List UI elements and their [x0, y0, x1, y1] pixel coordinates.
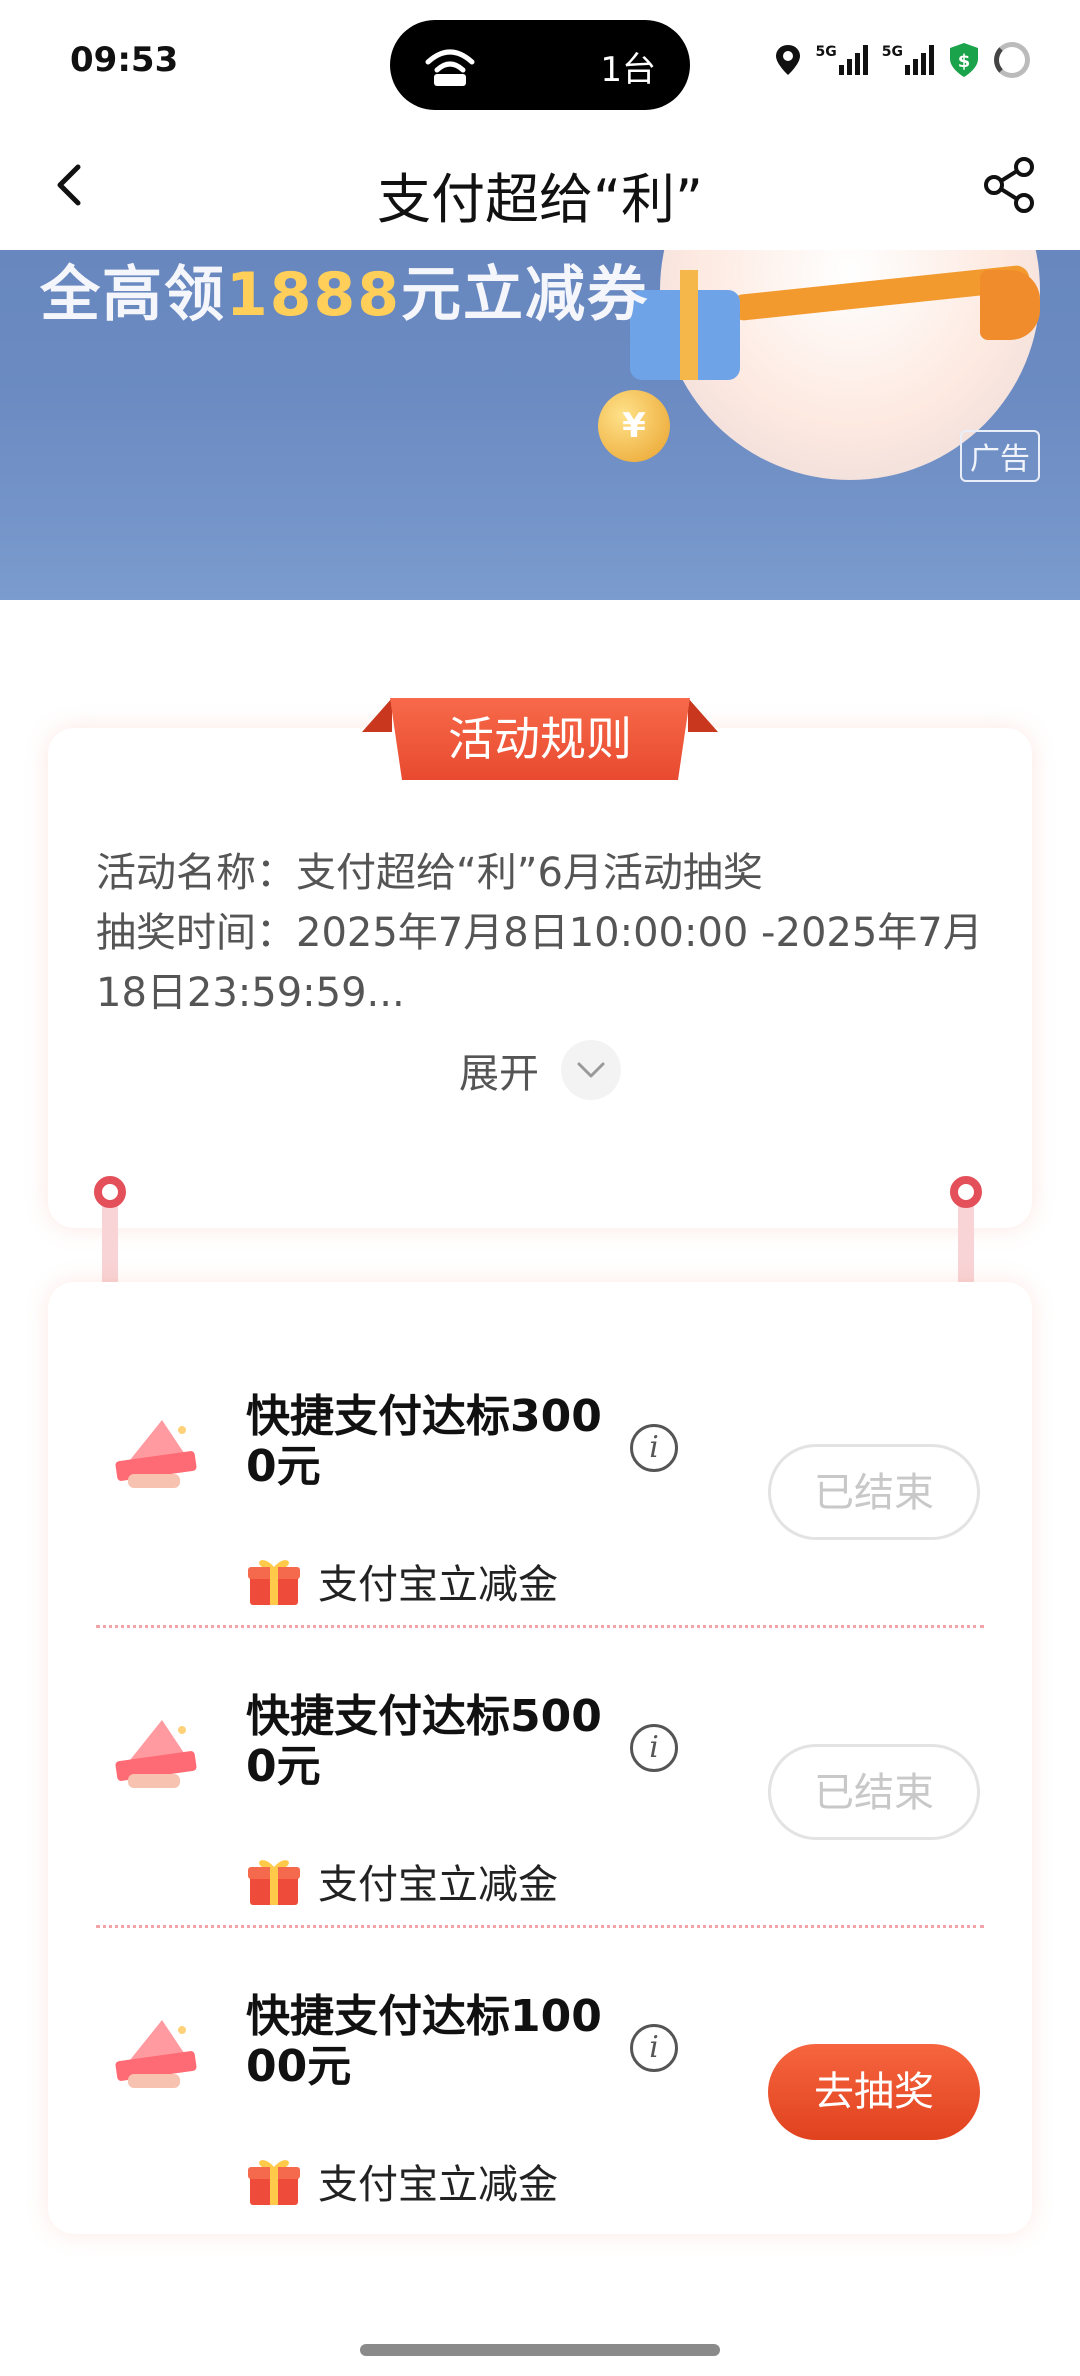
- signal-icon: 5G: [882, 45, 934, 75]
- expand-label: 展开: [459, 1051, 539, 1097]
- share-icon[interactable]: [978, 153, 1042, 217]
- task-row: 快捷支付达标10000元 i 支付宝立减金 去抽奖: [48, 1882, 1032, 2208]
- task-ended-button[interactable]: 已结束: [768, 1444, 980, 1540]
- task-ended-button[interactable]: 已结束: [768, 1744, 980, 1840]
- chevron-down-icon: [561, 1040, 621, 1100]
- coin-icon: ¥: [598, 390, 670, 462]
- rule-draw-time-cont: 18日23:59:59...: [96, 970, 405, 1016]
- banner-headline: 全高领1888元立减券: [40, 250, 649, 333]
- gift-ribbon: [680, 270, 698, 380]
- banner-amount: 1888: [226, 260, 401, 330]
- dynamic-island[interactable]: 1台: [390, 20, 690, 110]
- rule-activity-name: 活动名称：支付超给“利”6月活动抽奖: [96, 850, 763, 896]
- megaphone-icon: [980, 270, 1040, 340]
- task-title: 快捷支付达标3000元: [246, 1391, 602, 1492]
- go-draw-button[interactable]: 去抽奖: [768, 2044, 980, 2140]
- rules-tab-wing-right: [688, 698, 718, 732]
- banner-text-suffix: 元立减券: [401, 260, 649, 330]
- connector-pin: [94, 1176, 126, 1208]
- promo-banner[interactable]: 全高领1888元立减券 ¥ 广告: [0, 250, 1080, 600]
- connector-pin: [950, 1176, 982, 1208]
- page-title: 支付超给“利”: [377, 168, 703, 231]
- rules-tab-label: 活动规则: [390, 698, 690, 780]
- home-indicator[interactable]: [360, 2344, 720, 2356]
- task-row: 快捷支付达标5000元 i 支付宝立减金 已结束: [48, 1582, 1032, 1908]
- signal-icon: 5G: [816, 45, 868, 75]
- navigation-bar: 支付超给“利”: [0, 125, 1080, 250]
- task-row: 快捷支付达标3000元 i 支付宝立减金 已结束: [48, 1282, 1032, 1608]
- rule-draw-time: 抽奖时间：2025年7月8日10:00:00 -2025年7月: [96, 910, 983, 956]
- payment-card-icon: [115, 1420, 197, 1488]
- rules-tab-wing-left: [362, 698, 392, 732]
- signal-5g-label: 5G: [881, 44, 903, 60]
- status-bar: 09:53 1台 5G 5G $: [0, 0, 1080, 125]
- loading-ring-icon: [994, 42, 1030, 78]
- payment-card-icon: [115, 2020, 197, 2088]
- payment-card-icon: [115, 1720, 197, 1788]
- status-icons: 5G 5G $: [774, 42, 1030, 78]
- security-shield-icon: $: [950, 43, 978, 77]
- reward: 支付宝立减金: [246, 2152, 558, 2210]
- location-icon: [775, 45, 800, 75]
- status-time: 09:53: [70, 40, 179, 80]
- info-icon[interactable]: i: [630, 1424, 678, 1472]
- ad-label: 广告: [960, 430, 1040, 482]
- rules-tab: 活动规则: [362, 698, 718, 780]
- task-title: 快捷支付达标5000元: [246, 1691, 602, 1792]
- island-device-count: 1台: [600, 50, 656, 90]
- signal-5g-label: 5G: [815, 44, 837, 60]
- reward-label: 支付宝立减金: [318, 2162, 558, 2208]
- info-icon[interactable]: i: [630, 2024, 678, 2072]
- info-icon[interactable]: i: [630, 1724, 678, 1772]
- svg-text:$: $: [958, 51, 971, 72]
- banner-text-prefix: 全高领: [40, 260, 226, 330]
- task-title: 快捷支付达标10000元: [246, 1991, 602, 2092]
- wifi-hotspot-icon: [425, 49, 475, 86]
- expand-button[interactable]: 展开: [0, 1040, 1080, 1100]
- gift-icon: [248, 2160, 300, 2205]
